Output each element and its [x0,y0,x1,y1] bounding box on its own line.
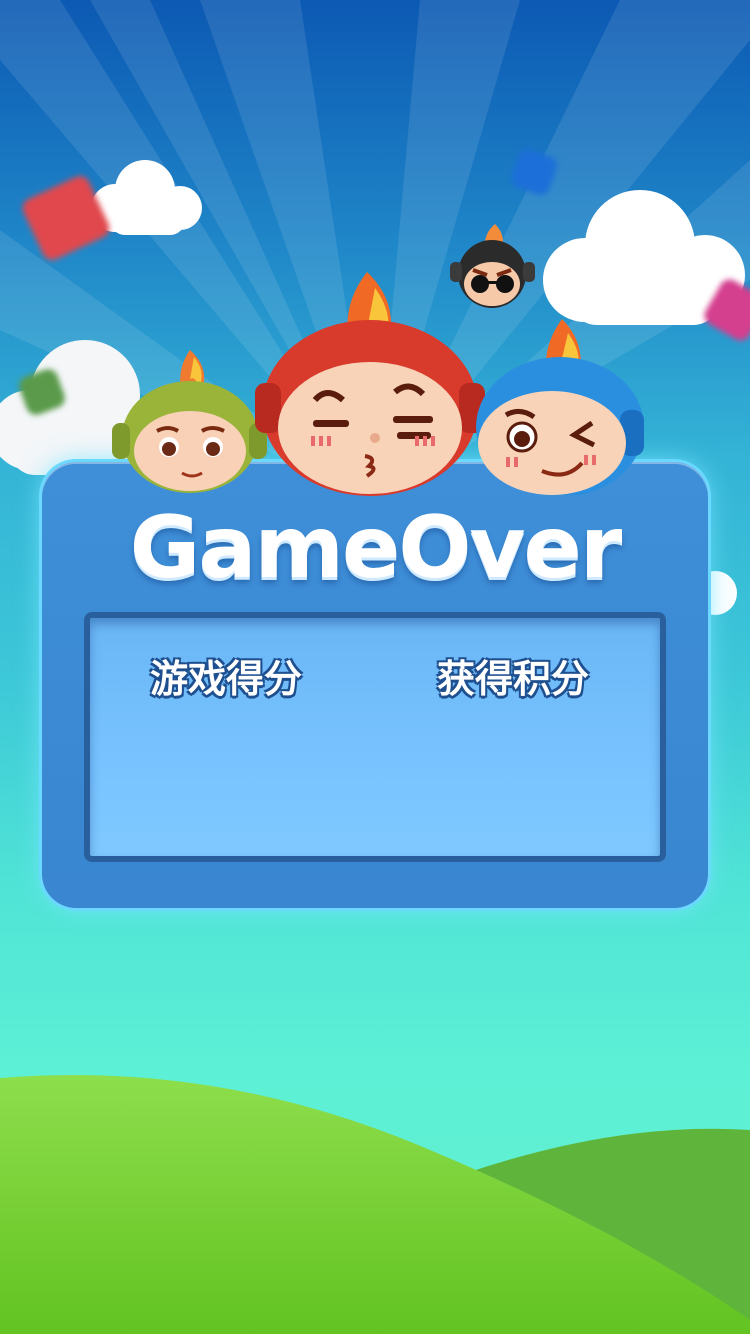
earned-points-label: 获得积分 [437,657,590,701]
character-green-icon [112,350,267,493]
character-red-icon [255,272,485,496]
character-blue-icon [476,319,644,495]
hill-front [0,1075,750,1334]
game-over-scene: GameOver 游戏得分 获得积分 [0,0,750,1334]
game-score-label: 游戏得分 [150,657,303,701]
game-over-title: GameOver [129,498,622,598]
